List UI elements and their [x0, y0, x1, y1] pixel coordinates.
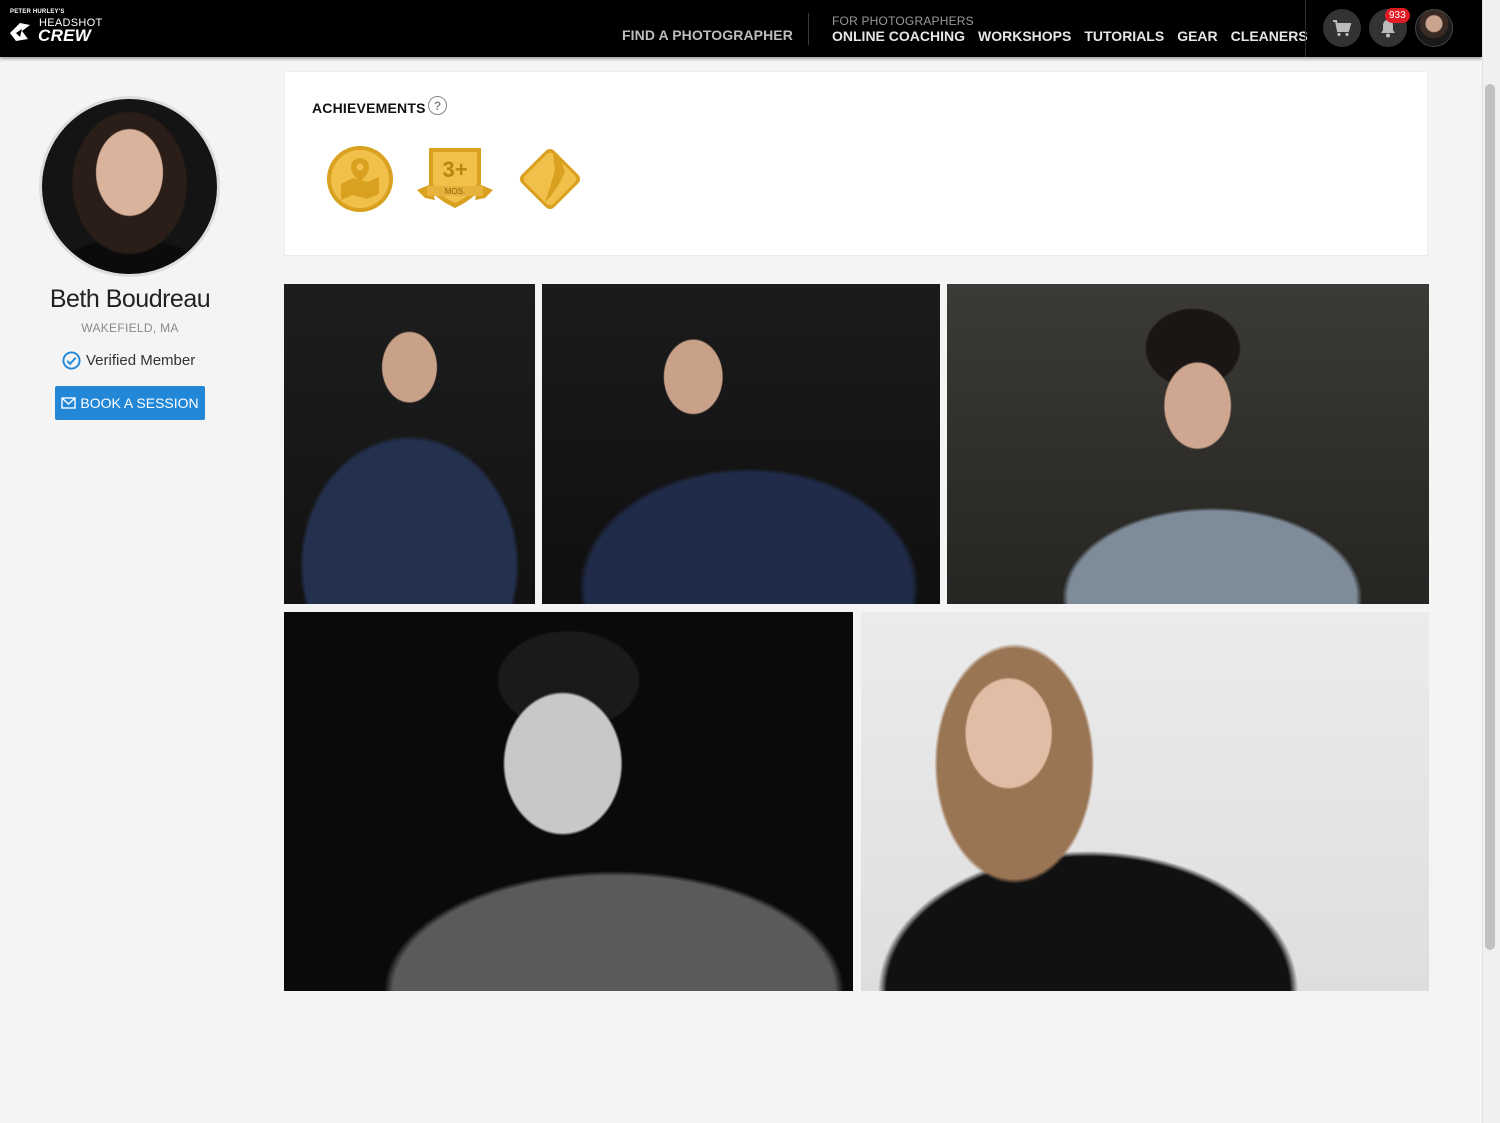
nav-workshops[interactable]: WORKSHOPS	[978, 28, 1071, 44]
nav-cleaners[interactable]: CLEANERS	[1231, 28, 1308, 44]
book-session-button[interactable]: BOOK A SESSION	[55, 386, 205, 420]
for-photographers-label: FOR PHOTOGRAPHERS	[832, 14, 974, 28]
headshot-young-man-denim[interactable]	[947, 284, 1429, 604]
logo-pre-text: PETER HURLEY'S	[10, 9, 65, 15]
nav-tutorials[interactable]: TUTORIALS	[1084, 28, 1164, 44]
logo-mark-icon	[10, 23, 30, 41]
profile-name: Beth Boudreau	[49, 285, 211, 313]
badge-3plus-text: 3+	[442, 157, 467, 182]
location-map-badge-icon[interactable]	[325, 144, 395, 214]
user-avatar[interactable]	[1415, 9, 1453, 47]
envelope-icon	[61, 397, 77, 409]
headshot-young-man-bw[interactable]	[284, 612, 853, 991]
scrollbar-thumb[interactable]	[1485, 84, 1495, 950]
three-plus-months-badge-icon[interactable]: 3+ MOS.	[415, 144, 495, 210]
verified-check-icon	[62, 351, 81, 370]
headshot-man-suit-1[interactable]	[284, 284, 535, 604]
nav-divider	[808, 13, 809, 45]
nav-find-photographer[interactable]: FIND A PHOTOGRAPHER	[622, 27, 793, 43]
profile-avatar	[39, 96, 220, 277]
logo-crew-text: CREW	[38, 26, 92, 45]
help-icon[interactable]: ?	[428, 96, 447, 115]
headshot-woman-turtleneck[interactable]	[861, 612, 1429, 991]
headshot-man-suit-2[interactable]	[542, 284, 940, 604]
achievements-title: ACHIEVEMENTS	[312, 100, 426, 116]
nav-gear[interactable]: GEAR	[1177, 28, 1217, 44]
nav-online-coaching[interactable]: ONLINE COACHING	[832, 28, 965, 44]
notification-count-badge: 933	[1385, 8, 1410, 23]
verified-member: Verified Member	[62, 351, 195, 370]
verified-label: Verified Member	[86, 352, 196, 369]
state-badge-icon[interactable]	[515, 144, 585, 214]
headshot-crew-logo[interactable]: PETER HURLEY'S HEADSHOT CREW	[8, 9, 108, 49]
badge-mos-text: MOS.	[445, 187, 465, 196]
achievements-card: ACHIEVEMENTS ? 3+ MOS.	[284, 71, 1428, 256]
profile-location: WAKEFIELD, MA	[81, 321, 179, 335]
book-session-label: BOOK A SESSION	[80, 395, 199, 411]
cart-button[interactable]	[1323, 9, 1361, 47]
nav-divider-right	[1305, 0, 1306, 57]
photographer-nav: ONLINE COACHING WORKSHOPS TUTORIALS GEAR…	[832, 28, 1308, 44]
top-navbar: PETER HURLEY'S HEADSHOT CREW FIND A PHOT…	[0, 0, 1482, 57]
cart-icon	[1333, 20, 1352, 37]
